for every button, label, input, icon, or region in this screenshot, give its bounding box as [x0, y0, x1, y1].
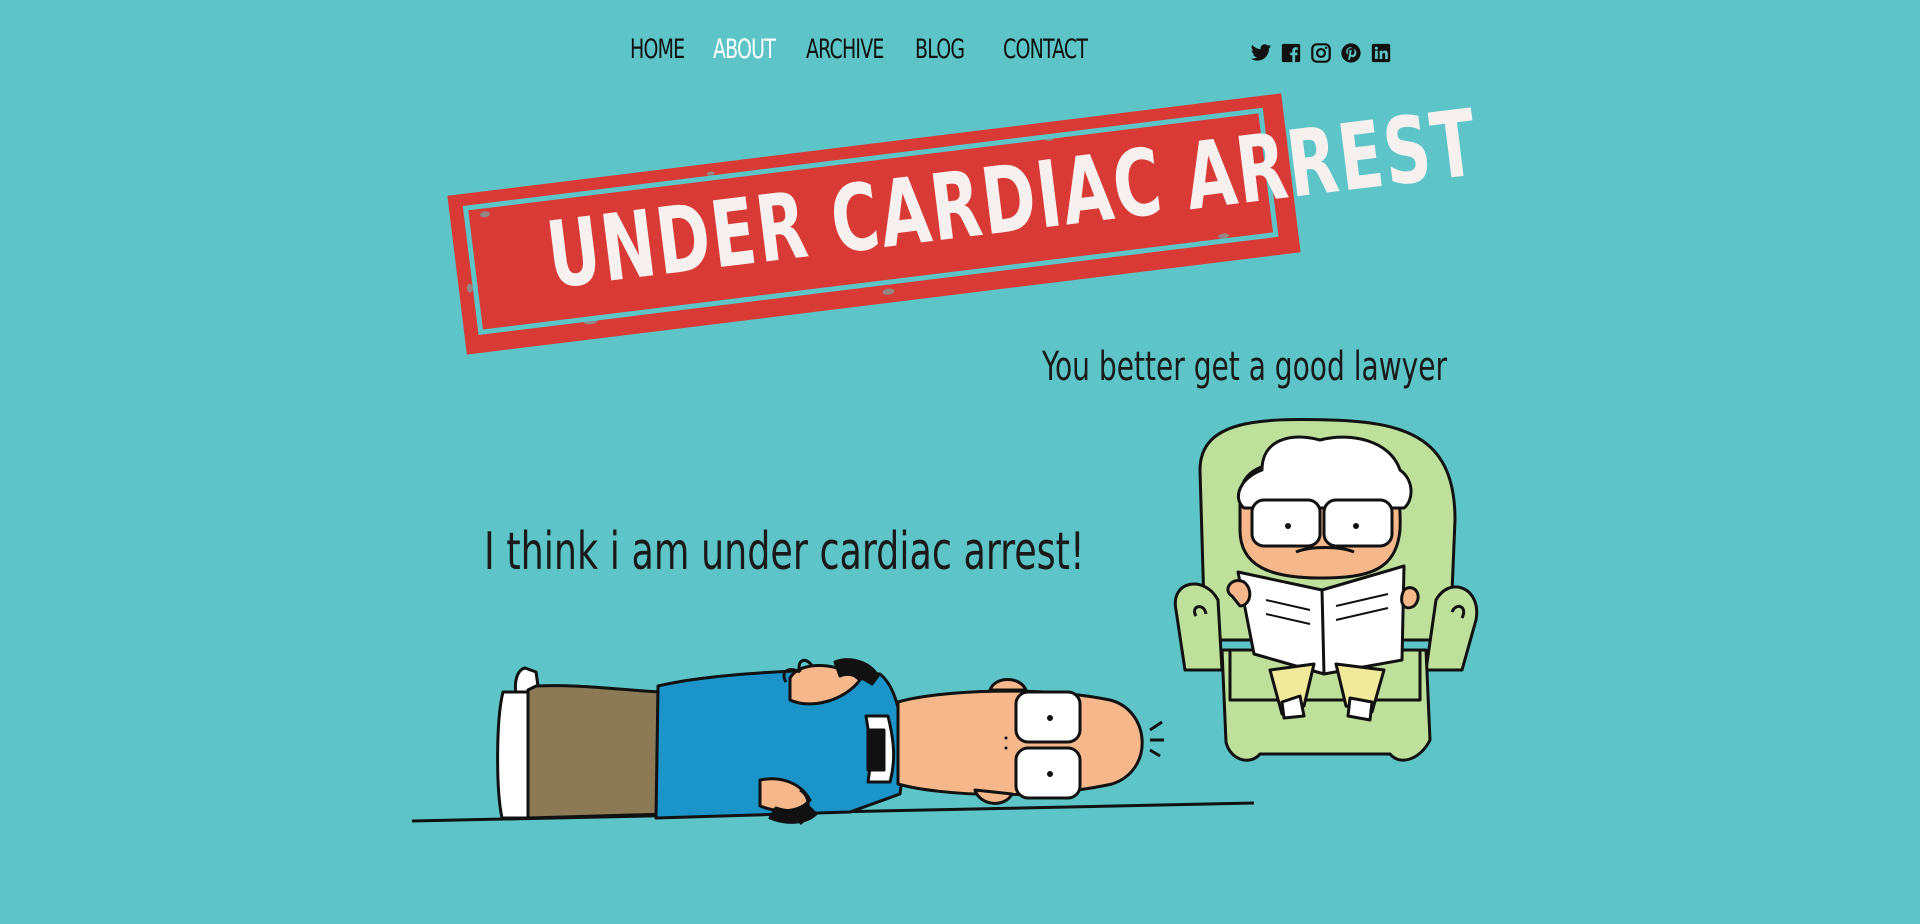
collar	[864, 714, 896, 784]
chair-back	[1198, 418, 1457, 642]
lawyer-shoe-right	[1346, 696, 1374, 722]
chair-arm-swirl-left	[1193, 605, 1208, 617]
title-stamp: UNDER CARDIAC ARREST	[447, 89, 1484, 355]
newspaper-lines	[1265, 593, 1389, 625]
lawyer-in-armchair	[1173, 418, 1479, 762]
lawyer-hair	[1237, 435, 1413, 510]
shirt	[654, 668, 905, 820]
pinterest-icon[interactable]	[1340, 42, 1362, 64]
lawyer-eye-left	[1285, 523, 1291, 529]
twitter-icon[interactable]	[1250, 42, 1272, 64]
newspaper	[1236, 564, 1406, 676]
top-navigation: HOME ABOUT ARCHIVE BLOG CONTACT	[0, 34, 1920, 74]
chair-arm-left	[1173, 582, 1224, 672]
lying-man	[496, 658, 1164, 826]
chair-seat	[1220, 648, 1432, 762]
lawyer-hand-right	[1400, 586, 1420, 610]
lawyer-glasses-right	[1322, 498, 1394, 548]
glasses-lens-bottom	[1014, 746, 1082, 800]
lawyer-head	[1238, 458, 1402, 580]
patient-speech: I think i am under cardiac arrest!	[484, 522, 1085, 582]
tie	[866, 728, 886, 772]
lawyer-eye-right	[1353, 523, 1359, 529]
head	[896, 689, 1144, 797]
comic-page: HOME ABOUT ARCHIVE BLOG CONTACT UNDER CA…	[0, 0, 1920, 924]
lawyer-speech: You better get a good lawyer	[1042, 344, 1448, 390]
fingers-top	[782, 658, 814, 683]
sleeve-cuff-bottom	[768, 804, 818, 824]
arm-top	[788, 664, 862, 706]
lawyer-hand-left	[1226, 579, 1252, 608]
glasses-lens-top	[1014, 690, 1082, 744]
chair-arm-swirl-right	[1450, 604, 1466, 619]
lawyer-shoe-left	[1280, 694, 1306, 720]
fingers-bottom	[798, 788, 810, 826]
nostril	[1004, 746, 1008, 750]
ground-line	[411, 801, 1255, 823]
facebook-icon[interactable]	[1280, 42, 1302, 64]
chair-cushion	[1228, 648, 1422, 702]
social-links	[1250, 42, 1392, 64]
pants	[526, 684, 670, 820]
shoe-bottom	[496, 690, 532, 820]
sleeve-cuff-top	[833, 658, 880, 686]
lawyer-leg-right	[1334, 662, 1386, 714]
chair-arm-right	[1424, 585, 1479, 672]
ear-top	[988, 678, 1028, 692]
lawyer-leg-left	[1268, 662, 1316, 716]
linkedin-icon[interactable]	[1370, 42, 1392, 64]
shoe-top	[513, 666, 542, 706]
ear-bottom	[973, 788, 1014, 805]
nav-home[interactable]: HOME	[630, 34, 685, 65]
nav-archive[interactable]: ARCHIVE	[806, 34, 884, 65]
nav-about[interactable]: ABOUT	[713, 34, 776, 65]
lawyer-mouth	[1295, 546, 1355, 554]
nav-contact[interactable]: CONTACT	[1003, 34, 1088, 65]
instagram-icon[interactable]	[1310, 42, 1332, 64]
nav-blog[interactable]: BLOG	[915, 34, 965, 65]
hair	[1149, 720, 1164, 758]
eye-top	[1047, 715, 1053, 721]
eye-bottom	[1047, 771, 1053, 777]
arm-bottom	[758, 777, 812, 813]
lawyer-glasses-left	[1250, 498, 1322, 548]
nostril	[1004, 736, 1008, 740]
newspaper-fold	[1320, 589, 1326, 675]
